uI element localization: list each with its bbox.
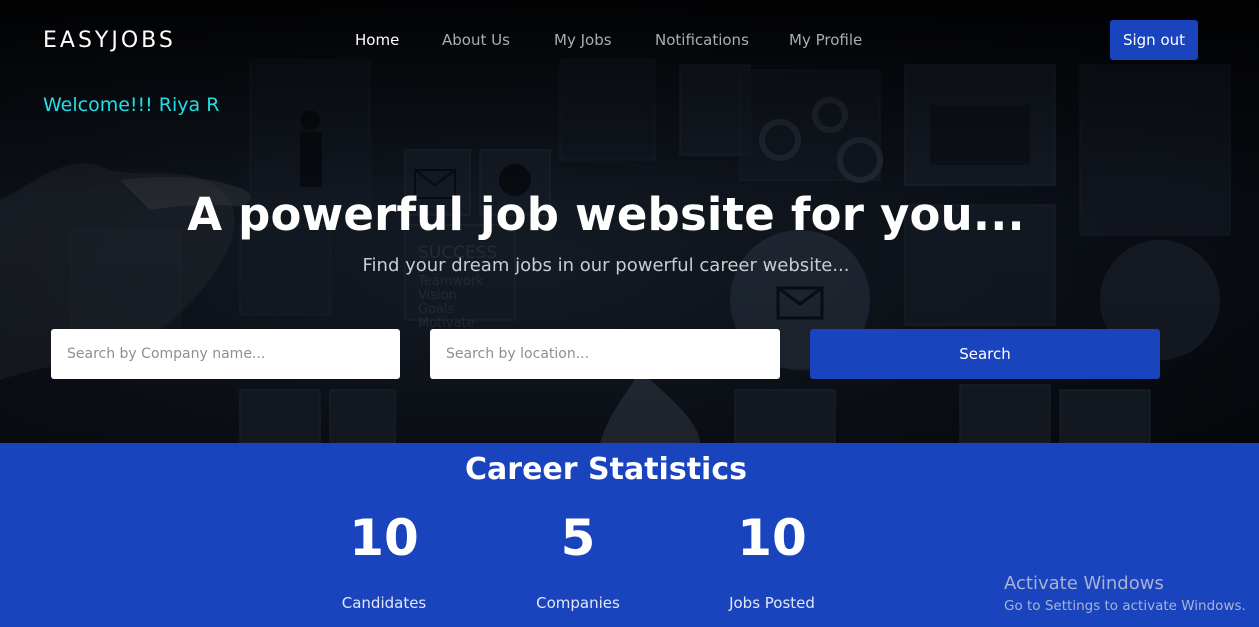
watermark-title: Activate Windows <box>1004 573 1164 594</box>
location-search-input[interactable] <box>430 329 780 379</box>
nav-notifications[interactable]: Notifications <box>655 31 749 49</box>
nav-home[interactable]: Home <box>355 31 399 49</box>
stat-value: 5 <box>560 509 596 567</box>
stats-title: Career Statistics <box>465 452 747 487</box>
welcome-message: Welcome!!! Riya R <box>43 94 220 116</box>
stat-value: 10 <box>737 509 807 567</box>
stat-label: Companies <box>536 594 620 612</box>
watermark-subtitle: Go to Settings to activate Windows. <box>1004 598 1246 614</box>
hero-subline: Find your dream jobs in our powerful car… <box>362 255 850 276</box>
stat-candidates: 10 Candidates <box>284 508 484 612</box>
stat-label: Candidates <box>341 594 427 612</box>
company-search-input[interactable] <box>51 329 400 379</box>
sign-out-button[interactable]: Sign out <box>1110 20 1198 60</box>
brand-logo[interactable]: EASYJOBS <box>43 28 176 53</box>
stat-value: 10 <box>349 509 419 567</box>
stat-companies: 5 Companies <box>478 508 678 612</box>
activate-windows-watermark: Activate Windows Go to Settings to activ… <box>1004 573 1246 614</box>
nav-my-jobs[interactable]: My Jobs <box>554 31 612 49</box>
nav-about-us[interactable]: About Us <box>442 31 510 49</box>
search-button[interactable]: Search <box>810 329 1160 379</box>
stat-label: Jobs Posted <box>729 594 815 612</box>
stat-jobs-posted: 10 Jobs Posted <box>672 508 872 612</box>
nav-my-profile[interactable]: My Profile <box>789 31 862 49</box>
hero-headline: A powerful job website for you... <box>187 188 1025 241</box>
